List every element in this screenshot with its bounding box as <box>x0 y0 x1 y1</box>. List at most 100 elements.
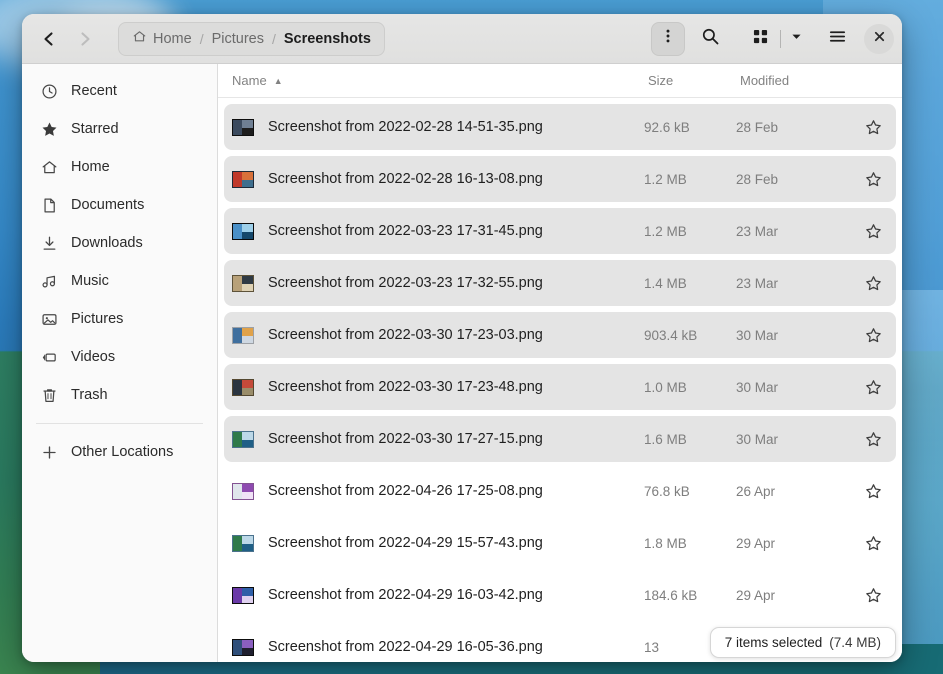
sidebar-item-downloads[interactable]: Downloads <box>22 224 217 262</box>
file-manager-window: Home / Pictures / Screenshots <box>22 14 902 662</box>
sidebar: Recent Starred Home <box>22 64 218 662</box>
file-modified: 23 Mar <box>736 224 854 239</box>
table-row[interactable]: Screenshot from 2022-04-29 16-03-42.png … <box>224 572 896 618</box>
file-thumbnail <box>232 587 254 604</box>
breadcrumb-label: Home <box>153 31 192 47</box>
close-button[interactable] <box>864 24 894 54</box>
file-name: Screenshot from 2022-03-30 17-23-03.png <box>268 327 644 343</box>
back-button[interactable] <box>32 22 66 56</box>
video-icon <box>40 348 58 366</box>
music-note-icon <box>40 272 58 290</box>
sidebar-item-label: Music <box>71 273 109 289</box>
column-header-modified[interactable]: Modified <box>740 73 858 88</box>
star-outline-icon[interactable] <box>854 119 892 136</box>
sidebar-item-pictures[interactable]: Pictures <box>22 300 217 338</box>
file-modified: 23 Mar <box>736 276 854 291</box>
column-header-label: Size <box>648 73 673 88</box>
sidebar-item-label: Other Locations <box>71 444 173 460</box>
star-outline-icon[interactable] <box>854 431 892 448</box>
star-outline-icon[interactable] <box>854 327 892 344</box>
view-options-button[interactable] <box>784 22 808 56</box>
trash-icon <box>40 386 58 404</box>
sidebar-item-videos[interactable]: Videos <box>22 338 217 376</box>
file-thumbnail <box>232 223 254 240</box>
file-thumbnail <box>232 171 254 188</box>
table-row[interactable]: Screenshot from 2022-03-30 17-23-03.png … <box>224 312 896 358</box>
table-row[interactable]: Screenshot from 2022-03-23 17-31-45.png … <box>224 208 896 254</box>
star-outline-icon[interactable] <box>854 171 892 188</box>
star-outline-icon[interactable] <box>854 483 892 500</box>
sidebar-item-recent[interactable]: Recent <box>22 72 217 110</box>
grid-view-button[interactable] <box>743 22 777 56</box>
table-row[interactable]: Screenshot from 2022-04-29 15-57-43.png … <box>224 520 896 566</box>
file-modified: 30 Mar <box>736 380 854 395</box>
table-row[interactable]: Screenshot from 2022-03-23 17-32-55.png … <box>224 260 896 306</box>
clock-icon <box>40 82 58 100</box>
file-modified: 29 Apr <box>736 588 854 603</box>
sort-ascending-icon: ▲ <box>274 76 283 86</box>
sidebar-item-label: Recent <box>71 83 117 99</box>
file-thumbnail <box>232 379 254 396</box>
star-filled-icon <box>40 120 58 138</box>
file-name: Screenshot from 2022-02-28 16-13-08.png <box>268 171 644 187</box>
sidebar-item-label: Pictures <box>71 311 123 327</box>
file-thumbnail <box>232 639 254 656</box>
star-outline-icon[interactable] <box>854 587 892 604</box>
sidebar-item-music[interactable]: Music <box>22 262 217 300</box>
grid-view-icon <box>753 29 768 49</box>
file-name: Screenshot from 2022-03-23 17-32-55.png <box>268 275 644 291</box>
status-size: (7.4 MB) <box>829 635 881 650</box>
sidebar-item-other-locations[interactable]: Other Locations <box>22 433 217 471</box>
sidebar-item-home[interactable]: Home <box>22 148 217 186</box>
forward-button[interactable] <box>68 22 102 56</box>
sidebar-item-trash[interactable]: Trash <box>22 376 217 414</box>
file-size: 1.2 MB <box>644 172 736 187</box>
file-modified: 30 Mar <box>736 328 854 343</box>
file-thumbnail <box>232 119 254 136</box>
file-name: Screenshot from 2022-04-29 16-05-36.png <box>268 639 644 655</box>
menu-button[interactable] <box>651 22 685 56</box>
toolbar-divider <box>780 30 781 48</box>
table-row[interactable]: Screenshot from 2022-02-28 16-13-08.png … <box>224 156 896 202</box>
table-row[interactable]: Screenshot from 2022-02-28 14-51-35.png … <box>224 104 896 150</box>
file-thumbnail <box>232 431 254 448</box>
view-toggle-group <box>743 22 808 56</box>
document-icon <box>40 196 58 214</box>
breadcrumb-item-home[interactable]: Home <box>132 29 192 48</box>
column-header-size[interactable]: Size <box>648 73 740 88</box>
table-row[interactable]: Screenshot from 2022-04-26 17-25-08.png … <box>224 468 896 514</box>
status-text: 7 items selected <box>725 635 823 650</box>
table-row[interactable]: Screenshot from 2022-03-30 17-27-15.png … <box>224 416 896 462</box>
breadcrumb-item-screenshots[interactable]: Screenshots <box>284 31 371 47</box>
column-headers: Name ▲ Size Modified <box>218 64 902 98</box>
column-header-name[interactable]: Name ▲ <box>232 73 648 88</box>
home-icon <box>40 158 58 176</box>
star-outline-icon[interactable] <box>854 535 892 552</box>
table-row[interactable]: Screenshot from 2022-03-30 17-23-48.png … <box>224 364 896 410</box>
main-menu-button[interactable] <box>820 22 854 56</box>
star-outline-icon[interactable] <box>854 379 892 396</box>
header-bar: Home / Pictures / Screenshots <box>22 14 902 64</box>
window-body: Recent Starred Home <box>22 64 902 662</box>
image-icon <box>40 310 58 328</box>
column-header-label: Modified <box>740 73 789 88</box>
file-name: Screenshot from 2022-03-30 17-23-48.png <box>268 379 644 395</box>
file-size: 1.8 MB <box>644 536 736 551</box>
search-button[interactable] <box>693 22 727 56</box>
breadcrumb-item-pictures[interactable]: Pictures <box>212 31 264 47</box>
breadcrumb-separator: / <box>272 31 276 47</box>
file-name: Screenshot from 2022-04-29 16-03-42.png <box>268 587 644 603</box>
file-size: 1.0 MB <box>644 380 736 395</box>
file-size: 92.6 kB <box>644 120 736 135</box>
star-outline-icon[interactable] <box>854 275 892 292</box>
file-name: Screenshot from 2022-03-23 17-31-45.png <box>268 223 644 239</box>
file-size: 1.6 MB <box>644 432 736 447</box>
sidebar-item-starred[interactable]: Starred <box>22 110 217 148</box>
star-outline-icon[interactable] <box>854 223 892 240</box>
file-thumbnail <box>232 327 254 344</box>
download-icon <box>40 234 58 252</box>
sidebar-item-label: Videos <box>71 349 115 365</box>
hamburger-icon <box>828 27 847 51</box>
chevron-down-icon <box>790 30 803 48</box>
sidebar-item-documents[interactable]: Documents <box>22 186 217 224</box>
